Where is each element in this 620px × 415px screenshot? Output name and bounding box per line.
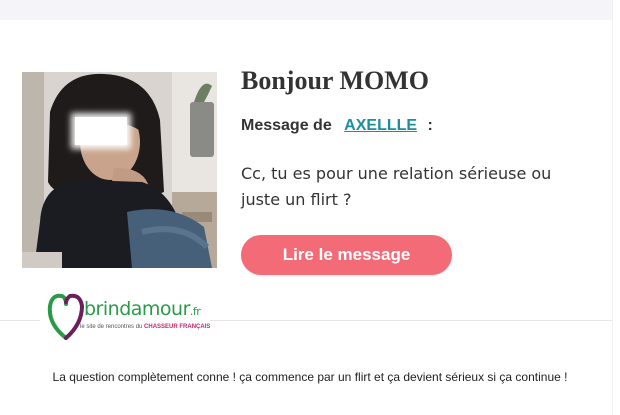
top-band: [0, 0, 612, 20]
profile-photo-image: [22, 72, 217, 268]
profile-photo[interactable]: [22, 72, 217, 268]
heart-logo-icon: [47, 293, 85, 340]
footer-comment: La question complètement conne ! ça comm…: [52, 370, 568, 384]
logo-tagline-prefix: le site de rencontres du: [80, 324, 143, 330]
face-blur-box: [75, 117, 127, 145]
logo-wordmark: brindamour.fr: [84, 298, 201, 320]
logo-tagline: le site de rencontres du CHASSEUR FRANÇA…: [80, 324, 210, 330]
logo-name: brindamour: [84, 298, 190, 320]
sender-line: Message de AXELLLE :: [241, 117, 433, 135]
sender-name-link[interactable]: AXELLLE: [344, 117, 417, 134]
brand-logo[interactable]: brindamour.fr le site de rencontres du C…: [40, 290, 210, 342]
logo-tld: .fr: [189, 305, 201, 318]
message-preview: Cc, tu es pour une relation sérieuse ou …: [241, 164, 552, 209]
read-message-button[interactable]: Lire le message: [241, 235, 452, 275]
logo-tagline-brand: CHASSEUR FRANÇAIS: [144, 324, 211, 330]
sender-suffix: :: [427, 117, 433, 134]
sender-prefix: Message de: [241, 117, 332, 134]
greeting-heading: Bonjour MOMO: [241, 66, 430, 95]
page-edge: [612, 0, 620, 415]
